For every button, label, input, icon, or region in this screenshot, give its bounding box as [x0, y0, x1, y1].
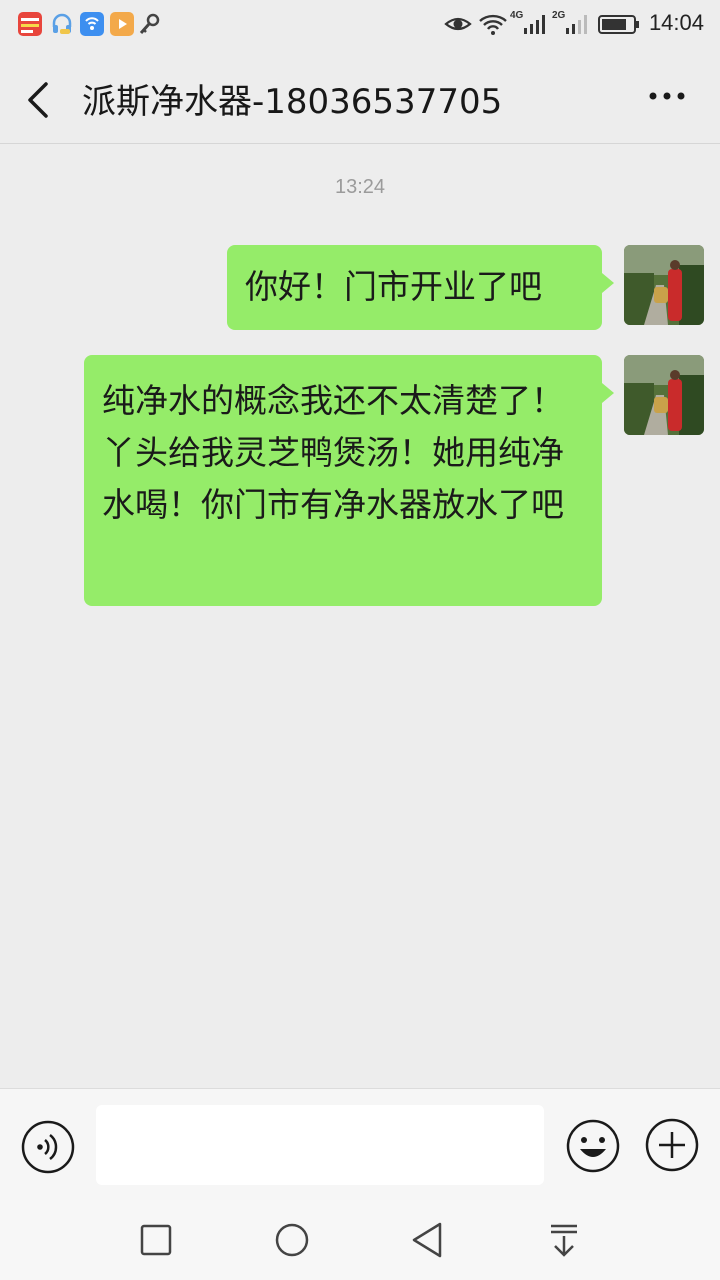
emoji-icon — [566, 1119, 620, 1173]
triangle-back-icon — [412, 1222, 442, 1258]
battery-icon — [598, 12, 640, 36]
circle-icon — [275, 1223, 309, 1257]
notifications-button[interactable] — [542, 1218, 586, 1262]
signal-icon — [564, 12, 590, 36]
pull-down-icon — [551, 1224, 577, 1257]
chevron-left-icon — [28, 82, 48, 118]
plus-icon — [645, 1118, 699, 1172]
avatar-photo — [624, 245, 704, 325]
status-bar: 4G 2G 14:04 — [0, 0, 720, 50]
message-input[interactable] — [96, 1105, 544, 1185]
message-bubble[interactable]: 纯净水的概念我还不太清楚了！丫头给我灵芝鸭煲汤！她用纯净水喝！你门市有净水器放水… — [84, 355, 614, 606]
back-button[interactable] — [18, 72, 62, 122]
recent-apps-button[interactable] — [134, 1218, 178, 1262]
home-button[interactable] — [270, 1218, 314, 1262]
signal-icon — [522, 12, 548, 36]
chat-title: 派斯净水器-18036537705 — [82, 82, 503, 122]
more-options-button[interactable] — [644, 76, 690, 116]
wifi-hotspot-app-icon — [80, 12, 104, 36]
system-back-button[interactable] — [406, 1218, 450, 1262]
eye-icon — [444, 12, 472, 36]
message-timestamp: 13:24 — [334, 176, 386, 198]
system-nav-bar — [0, 1200, 720, 1280]
emoji-button[interactable] — [564, 1117, 622, 1175]
video-app-icon — [110, 12, 134, 36]
avatar[interactable] — [624, 355, 704, 435]
avatar-photo — [624, 355, 704, 435]
news-app-icon — [18, 12, 42, 36]
status-time: 14:04 — [648, 10, 704, 35]
chat-header: 派斯净水器-18036537705 — [0, 50, 720, 144]
more-dots-icon — [649, 92, 685, 100]
avatar[interactable] — [624, 245, 704, 325]
more-functions-button[interactable] — [644, 1117, 700, 1173]
input-bar — [0, 1088, 720, 1200]
message-bubble[interactable]: 你好！门市开业了吧 — [227, 245, 614, 330]
key-icon — [138, 12, 162, 36]
wifi-icon — [478, 12, 508, 36]
voice-input-button[interactable] — [20, 1119, 76, 1175]
voice-icon — [21, 1120, 75, 1174]
headset-app-icon — [50, 12, 74, 36]
square-icon — [140, 1224, 172, 1256]
